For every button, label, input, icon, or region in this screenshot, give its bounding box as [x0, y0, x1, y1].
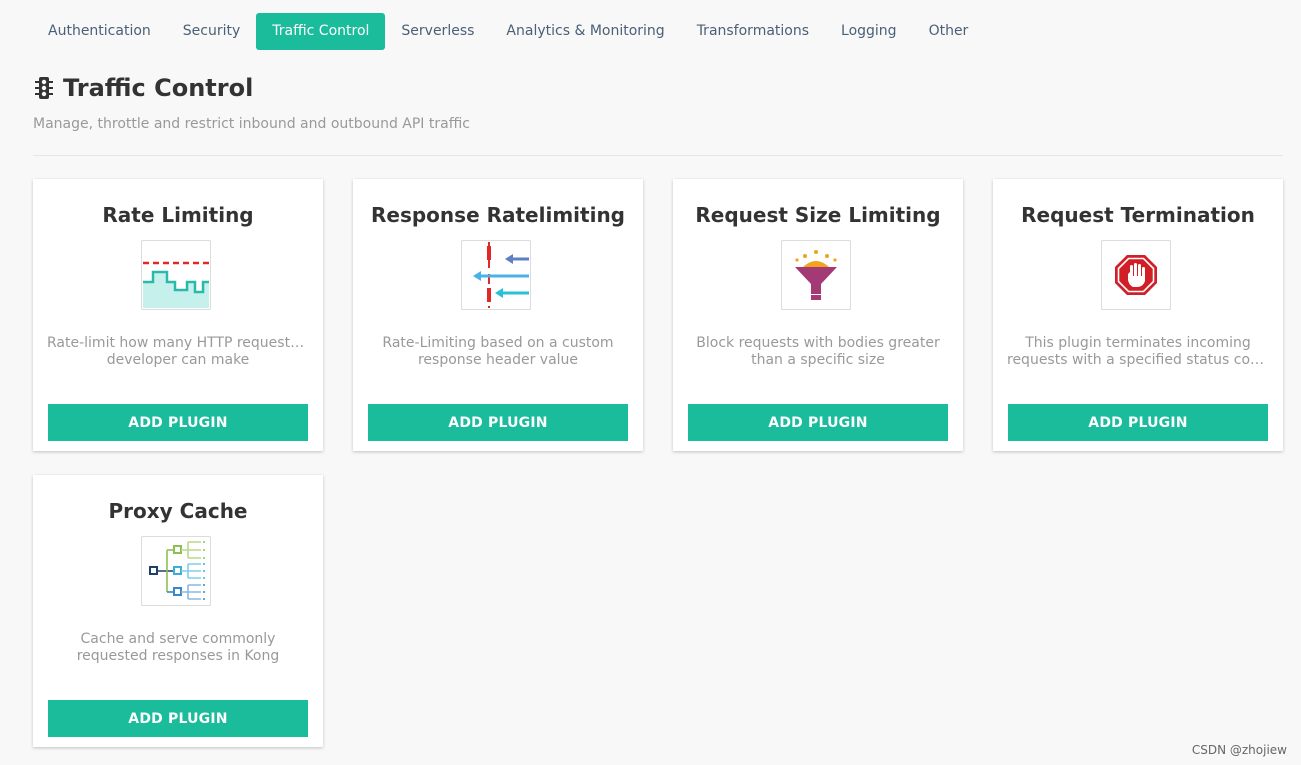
- page-header: Traffic Control: [33, 74, 253, 102]
- plugin-description: Rate-limit how many HTTP requests a deve…: [47, 335, 309, 368]
- plugin-description: Rate-Limiting based on a custom response…: [382, 335, 614, 368]
- plugin-description: Cache and serve commonly requested respo…: [76, 631, 280, 664]
- header-divider: [33, 155, 1283, 156]
- plugin-description: Block requests with bodies greater than …: [696, 335, 940, 368]
- plugin-description: This plugin terminates incoming requests…: [1007, 335, 1269, 368]
- plugin-card-request-size-limiting: Request Size Limiting Block requests wit…: [673, 179, 963, 451]
- plugin-title: Request Size Limiting: [695, 203, 941, 227]
- tab-other[interactable]: Other: [913, 13, 985, 50]
- add-plugin-button[interactable]: ADD PLUGIN: [48, 700, 308, 737]
- page-title: Traffic Control: [63, 74, 254, 102]
- tab-transformations[interactable]: Transformations: [681, 13, 825, 50]
- tab-security[interactable]: Security: [167, 13, 257, 50]
- plugin-title: Response Ratelimiting: [371, 203, 625, 227]
- plugin-title: Request Termination: [1021, 203, 1255, 227]
- plugin-title: Proxy Cache: [108, 499, 248, 523]
- rate-limiting-icon: [141, 240, 211, 310]
- plugin-card-response-ratelimiting: Response Ratelimiting Rate-Limiting base…: [353, 179, 643, 451]
- plugin-card-request-termination: Request Termination This plugin terminat…: [993, 179, 1283, 451]
- response-ratelimiting-icon: [461, 240, 531, 310]
- tab-logging[interactable]: Logging: [825, 13, 913, 50]
- add-plugin-button[interactable]: ADD PLUGIN: [368, 404, 628, 441]
- tab-traffic-control[interactable]: Traffic Control: [256, 13, 386, 50]
- funnel-icon: [781, 240, 851, 310]
- add-plugin-button[interactable]: ADD PLUGIN: [688, 404, 948, 441]
- plugin-title: Rate Limiting: [102, 203, 254, 227]
- cache-tree-icon: [141, 536, 211, 606]
- plugin-card-proxy-cache: Proxy Cache Cache and serve commonly req…: [33, 475, 323, 747]
- tab-authentication[interactable]: Authentication: [32, 13, 167, 50]
- page-subtitle: Manage, throttle and restrict inbound an…: [33, 116, 470, 132]
- add-plugin-button[interactable]: ADD PLUGIN: [48, 404, 308, 441]
- tab-analytics-monitoring[interactable]: Analytics & Monitoring: [490, 13, 680, 50]
- stop-hand-icon: [1101, 240, 1171, 310]
- tab-serverless[interactable]: Serverless: [385, 13, 490, 50]
- category-tabs: Authentication Security Traffic Control …: [32, 13, 984, 50]
- add-plugin-button[interactable]: ADD PLUGIN: [1008, 404, 1268, 441]
- watermark: CSDN @zhojiew: [1191, 743, 1287, 757]
- plugin-card-rate-limiting: Rate Limiting Rate-limit how many HTTP r…: [33, 179, 323, 451]
- traffic-light-icon: [33, 76, 55, 100]
